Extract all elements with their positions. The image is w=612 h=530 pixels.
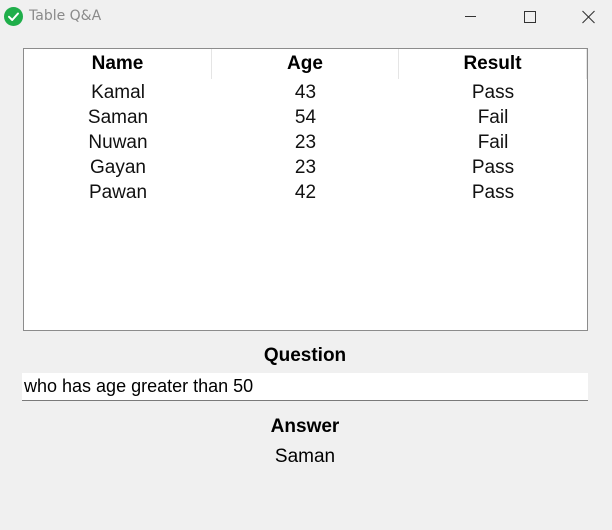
cell-name: Kamal — [91, 82, 145, 103]
minimize-icon — [465, 16, 476, 17]
minimize-button[interactable] — [448, 0, 494, 34]
table-body: Kamal 43 Pass Saman 54 Fail Nuwan 23 Fai… — [24, 80, 587, 205]
cell-result: Pass — [471, 182, 515, 203]
table-row[interactable]: Gayan 23 Pass — [24, 155, 587, 180]
data-table[interactable]: Name Age Result Kamal 43 Pass Saman 54 F… — [23, 48, 588, 331]
cell-age: 54 — [294, 107, 317, 128]
cell-name: Saman — [87, 107, 149, 128]
cell-age: 23 — [294, 157, 317, 178]
column-header-name[interactable]: Name — [24, 49, 212, 79]
table-row[interactable]: Nuwan 23 Fail — [24, 130, 587, 155]
table-row[interactable]: Pawan 42 Pass — [24, 180, 587, 205]
window-title: Table Q&A — [29, 8, 102, 24]
column-header-result[interactable]: Result — [399, 49, 587, 79]
check-circle-icon — [4, 7, 23, 26]
close-icon — [582, 10, 595, 24]
cell-age: 23 — [294, 132, 317, 153]
cell-name: Gayan — [90, 157, 146, 178]
question-input[interactable] — [22, 373, 588, 401]
column-header-age[interactable]: Age — [212, 49, 399, 79]
answer-label: Answer — [270, 416, 340, 437]
table-row[interactable]: Saman 54 Fail — [24, 105, 587, 130]
maximize-button[interactable] — [506, 0, 552, 34]
cell-name: Pawan — [88, 182, 148, 203]
table-row[interactable]: Kamal 43 Pass — [24, 80, 587, 105]
table-header: Name Age Result — [24, 49, 587, 79]
cell-result: Fail — [477, 132, 509, 153]
cell-name: Nuwan — [88, 132, 148, 153]
maximize-icon — [524, 11, 536, 23]
question-label: Question — [263, 345, 347, 366]
cell-result: Fail — [477, 107, 509, 128]
cell-age: 43 — [294, 82, 317, 103]
cell-result: Pass — [471, 82, 515, 103]
title-bar: Table Q&A — [0, 0, 612, 34]
close-button[interactable] — [565, 0, 611, 34]
cell-age: 42 — [294, 182, 317, 203]
cell-result: Pass — [471, 157, 515, 178]
answer-value: Saman — [274, 446, 336, 467]
